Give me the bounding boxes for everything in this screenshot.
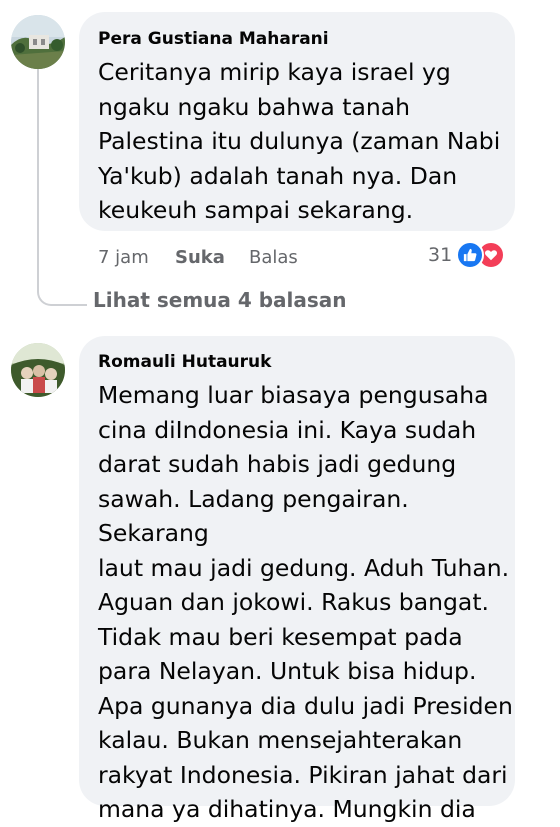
reply-button[interactable]: Balas bbox=[249, 247, 298, 268]
avatar-image bbox=[11, 15, 65, 69]
avatar[interactable] bbox=[11, 15, 65, 69]
avatar-image bbox=[11, 343, 65, 397]
comment-bubble: Romauli Hutauruk Memang luar biasaya pen… bbox=[79, 336, 515, 823]
comment-actions: 7 jam Suka Balas bbox=[98, 244, 298, 270]
comment-author[interactable]: Romauli Hutauruk bbox=[98, 351, 515, 373]
like-icon bbox=[456, 241, 485, 269]
reaction-count: 31 bbox=[428, 244, 453, 266]
comment-author[interactable]: Pera Gustiana Maharani bbox=[98, 28, 515, 50]
view-all-replies-link[interactable]: Lihat semua 4 balasan bbox=[93, 288, 347, 312]
comment-text: Ceritanya mirip kaya israel yg ngaku nga… bbox=[98, 58, 501, 224]
comment-bubble: Pera Gustiana Maharani Ceritanya mirip k… bbox=[79, 12, 515, 231]
comment-timestamp[interactable]: 7 jam bbox=[98, 247, 175, 268]
like-button[interactable]: Suka bbox=[175, 247, 249, 268]
comment-text: Memang luar biasaya pengusaha cina diInd… bbox=[98, 381, 513, 823]
reaction-summary[interactable]: 31 bbox=[428, 241, 506, 269]
avatar[interactable] bbox=[11, 343, 65, 397]
